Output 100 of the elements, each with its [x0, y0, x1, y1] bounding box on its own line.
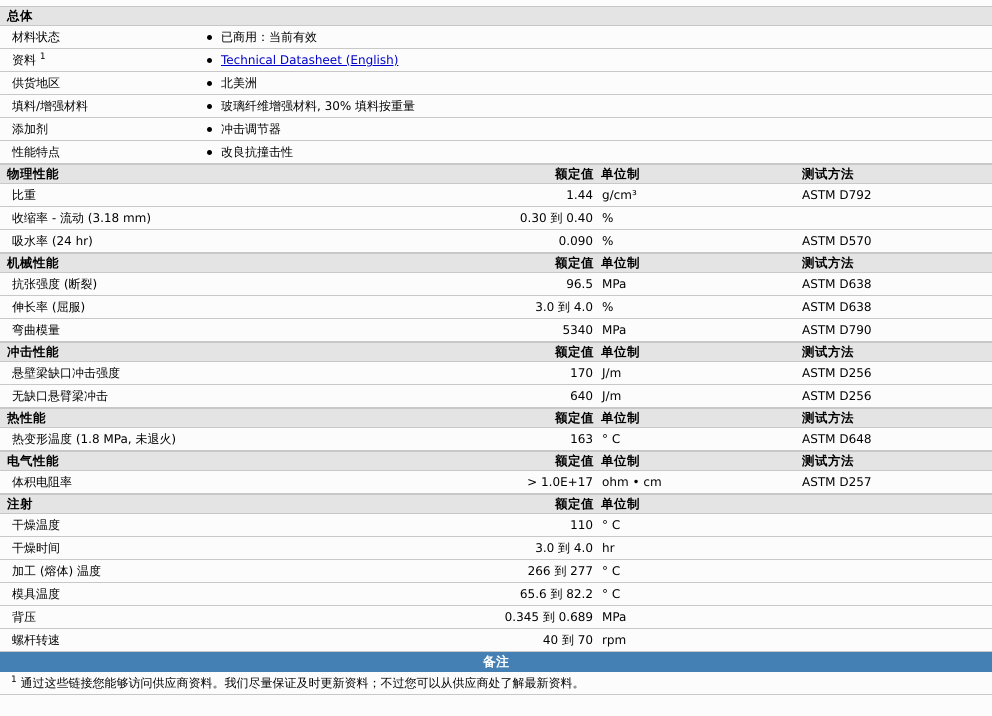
unit-text: rpm: [601, 633, 626, 647]
footnote-text: $^{1}$ 通过这些链接您能够访问供应商资料。我们尽量保证及时更新资料；不过您可以从供应商处了解最新资料。: [10, 674, 585, 692]
unit-text: ° C: [601, 518, 620, 532]
property-label: 螺杆转速: [11, 632, 60, 648]
test-method: ASTM D638: [801, 300, 872, 314]
column-header: 额定值: [555, 496, 595, 512]
property-value: 640: [570, 389, 594, 403]
unit-text: %: [601, 300, 614, 314]
column-header: 额定值: [555, 344, 595, 360]
property-label: 抗张强度 (断裂): [11, 276, 98, 292]
column-header: 单位制: [600, 254, 640, 272]
column-header: 额定值: [555, 254, 595, 272]
datasheet-link[interactable]: Technical Datasheet (English): [221, 53, 398, 67]
column-header: 测试方法: [801, 410, 854, 426]
unit-text: %: [601, 211, 614, 225]
property-label: 填料/增强材料: [11, 98, 88, 114]
column-header: 测试方法: [801, 452, 854, 470]
property-label: 比重: [11, 186, 36, 204]
bullet-icon: [207, 150, 212, 154]
bullet-icon: [207, 126, 212, 132]
property-value: 3.0 到 4.0: [535, 540, 594, 556]
property-label: 资料 $^{1}$: [11, 52, 46, 68]
bullet-icon: [207, 80, 212, 86]
column-header: 额定值: [555, 452, 595, 470]
unit-text: J/m: [600, 366, 622, 380]
bullet-icon: [207, 58, 212, 62]
test-method: ASTM D648: [801, 432, 872, 446]
property-value: 65.6 到 82.2: [520, 586, 594, 602]
section-title: 注射: [6, 496, 33, 512]
property-label: 性能特点: [10, 144, 60, 160]
column-header: 单位制: [600, 166, 640, 182]
unit-text: ohm • cm: [601, 475, 662, 489]
property-label: 热变形温度 (1.8 MPa, 未退火): [11, 430, 176, 448]
property-value: 96.5: [566, 277, 594, 291]
column-header: 测试方法: [801, 166, 854, 182]
section-title: 热性能: [6, 410, 46, 426]
property-label: 加工 (熔体) 温度: [11, 562, 101, 580]
property-value: 玻璃纤维增强材料, 30% 填料按重量: [221, 98, 416, 114]
column-header: 测试方法: [801, 254, 854, 272]
property-value: 已商用：当前有效: [221, 28, 317, 46]
property-value: 40 到 70: [542, 632, 594, 648]
property-label: 体积电阻率: [11, 474, 72, 490]
unit-text: ° C: [601, 564, 620, 578]
property-label: 伸长率 (屈服): [11, 298, 86, 316]
property-value: 3.0 到 4.0: [535, 298, 594, 316]
property-value: 266 到 277: [528, 562, 594, 580]
column-header: 额定值: [555, 410, 595, 426]
column-header: 单位制: [600, 344, 640, 360]
property-value: 163: [570, 432, 594, 446]
property-label: 材料状态: [11, 28, 60, 46]
bullet-icon: [207, 34, 212, 40]
column-header: 单位制: [600, 496, 640, 512]
unit-text: ° C: [601, 432, 620, 446]
test-method: ASTM D570: [801, 234, 872, 248]
property-label: 背压: [11, 608, 36, 626]
property-value: 5340: [562, 323, 594, 337]
unit-text: J/m: [600, 389, 622, 403]
test-method: ASTM D790: [801, 323, 872, 337]
property-value: 北美洲: [221, 74, 257, 92]
unit-text: MPa: [601, 277, 626, 291]
column-header: 单位制: [600, 410, 640, 426]
section-title: 物理性能: [6, 166, 59, 182]
property-value: 170: [570, 366, 594, 380]
property-value: 0.345 到 0.689: [504, 608, 594, 626]
property-value: 1.44: [566, 188, 594, 202]
property-label: 无缺口悬臂梁冲击: [11, 388, 108, 404]
property-label: 吸水率 (24 hr): [11, 232, 93, 250]
column-header: 额定值: [555, 166, 595, 182]
column-header: 单位制: [600, 452, 640, 470]
property-value: 0.090: [558, 234, 594, 248]
unit-text: hr: [601, 541, 615, 555]
test-method: ASTM D257: [801, 475, 872, 489]
property-label: 悬壁梁缺口冲击强度: [11, 364, 120, 382]
property-label: 模具温度: [11, 586, 60, 602]
property-value: 冲击调节器: [221, 120, 281, 138]
section-title: 电气性能: [6, 452, 59, 470]
section-title: 机械性能: [6, 254, 59, 272]
property-label: 收缩率 - 流动 (3.18 mm): [11, 210, 152, 226]
test-method: ASTM D792: [801, 188, 872, 202]
property-label: 供货地区: [11, 74, 60, 92]
section-title: 冲击性能: [6, 344, 59, 360]
section-title: 总体: [6, 8, 33, 24]
unit-text: MPa: [601, 323, 626, 337]
property-value: > 1.0E+17: [527, 475, 594, 489]
property-value: 改良抗撞击性: [221, 144, 293, 160]
unit-text: ° C: [601, 587, 620, 601]
unit-text: MPa: [601, 610, 626, 624]
property-label: 添加剂: [11, 120, 48, 138]
bullet-icon: [207, 104, 212, 108]
test-method: ASTM D638: [801, 277, 872, 291]
property-label: 干燥温度: [11, 516, 60, 534]
property-label: 弯曲模量: [11, 322, 60, 338]
property-value: 0.30 到 0.40: [520, 210, 594, 226]
unit-text: g/cm³: [601, 188, 637, 202]
test-method: ASTM D256: [801, 389, 872, 403]
notes-header: 备注: [0, 652, 992, 672]
unit-text: %: [601, 234, 614, 248]
column-header: 测试方法: [801, 344, 854, 360]
property-value: 110: [570, 518, 594, 532]
property-label: 干燥时间: [11, 540, 60, 556]
